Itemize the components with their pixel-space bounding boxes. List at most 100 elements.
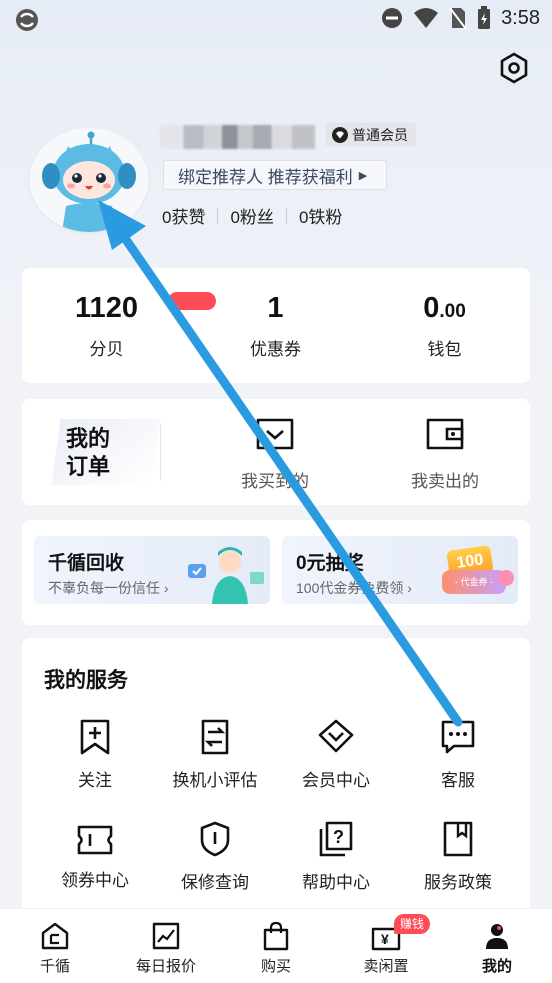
referrer-label: 绑定推荐人 推荐获福利 — [178, 167, 353, 187]
ticket-icon — [77, 825, 113, 855]
services-title: 我的服务 — [44, 669, 128, 692]
bottom-tab-bar: 千循 每日报价 购买 ¥ 卖闲置 我的 — [0, 908, 552, 983]
bought-icon — [256, 418, 294, 450]
service-label: 帮助中心 — [302, 873, 370, 892]
sold-label: 我卖出的 — [411, 472, 479, 491]
recycle-subtitle: 不辜负每一份信任 › — [48, 580, 169, 596]
help-icon: ? — [319, 821, 353, 857]
tab-label: 每日报价 — [135, 958, 196, 975]
sold-item[interactable]: 我卖出的 — [360, 417, 530, 492]
avatar[interactable] — [30, 128, 148, 232]
bookmark-plus-icon — [80, 719, 110, 755]
tab-label: 我的 — [481, 958, 512, 975]
wifi-icon — [414, 8, 439, 28]
exchange-icon — [201, 719, 229, 755]
coupon-pig-icon — [498, 570, 514, 586]
username-blurred — [160, 125, 315, 149]
service-label: 会员中心 — [302, 771, 370, 790]
dnd-icon — [382, 8, 403, 28]
tab-label: 卖闲置 — [363, 958, 409, 975]
service-coupon-center[interactable]: 领券中心 — [35, 824, 155, 891]
diamond-icon — [318, 719, 354, 753]
app-notification-icon — [16, 9, 38, 31]
coupons-value: 1 — [267, 292, 284, 324]
bought-item[interactable]: 我买到的 — [190, 417, 360, 492]
bag-icon — [263, 921, 289, 951]
wallet-decimal: .00 — [439, 301, 466, 322]
fans-count[interactable]: 0粉丝 — [230, 203, 273, 228]
no-sim-icon — [449, 7, 467, 30]
service-man-illustration-icon — [188, 547, 264, 604]
settings-hex-icon[interactable] — [496, 50, 532, 86]
sell-earn-badge: 赚钱 — [394, 914, 431, 934]
lottery-subtitle: 100代金券免费领 › — [296, 580, 412, 596]
divider — [285, 207, 287, 224]
status-time: 3:58 — [501, 6, 540, 29]
service-label: 关注 — [78, 771, 112, 790]
sold-wallet-icon — [426, 418, 464, 450]
points-label: 分贝 — [89, 340, 124, 359]
recycle-promo[interactable]: 千循回收 不辜负每一份信任 › — [34, 536, 270, 604]
service-label: 领券中心 — [61, 871, 129, 890]
wallet-item[interactable]: 0.00 钱包 — [360, 292, 529, 360]
triangle-right-icon: ▶ — [358, 169, 368, 182]
battery-icon — [478, 6, 491, 29]
chart-icon — [152, 922, 180, 950]
service-label: 换机小评估 — [172, 771, 258, 790]
status-bar: 3:58 — [0, 0, 552, 38]
svg-text:¥: ¥ — [381, 931, 389, 947]
profile-icon — [486, 924, 508, 949]
promos-card: 千循回收 不辜负每一份信任 › 0元抽奖 100代金券免费领 › 100 - 代… — [22, 520, 530, 625]
tab-home[interactable]: 千循 — [5, 921, 105, 976]
divider — [217, 207, 219, 224]
service-warranty[interactable]: 保修查询 — [155, 820, 275, 893]
service-exchange[interactable]: 换机小评估 — [155, 718, 275, 791]
lottery-promo[interactable]: 0元抽奖 100代金券免费领 › 100 - 代金券 - — [282, 536, 518, 604]
shield-icon — [200, 821, 230, 857]
iron-fans-count[interactable]: 0铁粉 — [299, 203, 342, 228]
robot-avatar-icon — [31, 128, 147, 232]
policy-icon — [443, 821, 473, 857]
orders-title-line1: 我的 — [66, 426, 111, 451]
services-card: 我的服务 关注 换机小评估 会员中心 客服 领券中心 保修查询 ? 帮助中心 服… — [22, 638, 530, 913]
tab-label: 千循 — [39, 958, 70, 975]
tab-label: 购买 — [260, 958, 291, 975]
wallet-value: 0.00 — [360, 292, 529, 325]
lottery-title: 0元抽奖 — [296, 553, 364, 574]
service-policy[interactable]: 服务政策 — [398, 820, 518, 893]
home-icon — [41, 922, 69, 950]
service-customer-support[interactable]: 客服 — [398, 718, 518, 791]
service-member-center[interactable]: 会员中心 — [276, 718, 396, 791]
member-label: 普通会员 — [352, 127, 408, 143]
coupons-item[interactable]: 1 优惠券 — [191, 292, 360, 360]
coupon-label: 代金券 — [460, 577, 488, 587]
points-value: 1120 — [75, 292, 138, 324]
service-label: 服务政策 — [424, 873, 492, 892]
orders-title-line2: 订单 — [66, 454, 111, 479]
orders-title[interactable]: 我的 订单 — [66, 425, 126, 481]
wallet-card: 1120 分贝 1 优惠券 0.00 钱包 — [22, 268, 530, 383]
service-help-center[interactable]: ? 帮助中心 — [276, 820, 396, 893]
tab-mine[interactable]: 我的 — [447, 921, 547, 976]
bind-referrer-button[interactable]: 绑定推荐人 推荐获福利 ▶ — [163, 160, 387, 190]
orders-card: 我的 订单 我买到的 我卖出的 — [22, 399, 530, 505]
service-label: 客服 — [441, 771, 475, 790]
recycle-title: 千循回收 — [48, 553, 125, 574]
coupons-label: 优惠券 — [250, 340, 301, 359]
tab-daily-quote[interactable]: 每日报价 — [116, 921, 216, 976]
diamond-badge-icon — [332, 127, 348, 143]
bought-label: 我买到的 — [241, 472, 309, 491]
wallet-label: 钱包 — [427, 340, 462, 359]
points-item[interactable]: 1120 分贝 — [22, 292, 191, 360]
member-badge[interactable]: 普通会员 — [326, 123, 416, 147]
orders-divider — [160, 423, 161, 481]
tab-buy[interactable]: 购买 — [226, 921, 326, 976]
service-follow[interactable]: 关注 — [35, 718, 155, 791]
svg-text:?: ? — [333, 827, 344, 847]
likes-count[interactable]: 0获赞 — [162, 203, 205, 228]
coupon-illustration: 100 - 代金券 - — [442, 544, 514, 598]
chat-icon — [441, 720, 475, 754]
wallet-integer: 0 — [423, 292, 440, 324]
service-label: 保修查询 — [181, 873, 249, 892]
profile-stats: 0获赞 0粉丝 0铁粉 — [162, 203, 342, 228]
